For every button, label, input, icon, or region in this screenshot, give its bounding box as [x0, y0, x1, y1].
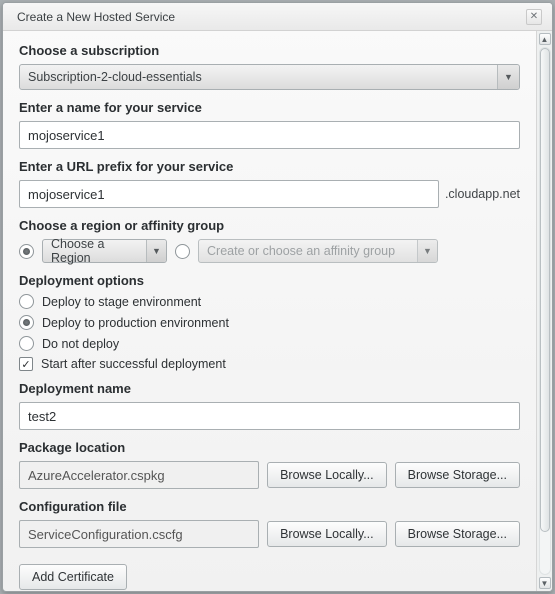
affinity-radio[interactable] — [175, 244, 190, 259]
package-location-label: Package location — [19, 440, 520, 455]
deploy-stage-radio[interactable] — [19, 294, 34, 309]
chevron-down-icon: ▼ — [541, 579, 549, 588]
config-row: Browse Locally... Browse Storage... — [19, 520, 520, 548]
dialog-content: Choose a subscription Subscription-2-clo… — [3, 31, 536, 591]
package-row: Browse Locally... Browse Storage... — [19, 461, 520, 489]
url-suffix: .cloudapp.net — [445, 187, 520, 201]
service-name-label: Enter a name for your service — [19, 100, 520, 115]
service-name-input[interactable] — [19, 121, 520, 149]
config-browse-local-button[interactable]: Browse Locally... — [267, 521, 387, 547]
add-certificate-row: Add Certificate — [19, 564, 520, 590]
deploy-none-radio[interactable] — [19, 336, 34, 351]
region-select[interactable]: Choose a Region ▼ — [42, 239, 167, 263]
deploy-stage-label: Deploy to stage environment — [42, 295, 201, 309]
scrollbar-track[interactable] — [539, 47, 551, 575]
deploy-production-radio[interactable] — [19, 315, 34, 330]
region-select-value: Choose a Region — [51, 237, 142, 265]
deployment-options-label: Deployment options — [19, 273, 520, 288]
close-icon: ✕ — [530, 11, 538, 22]
deploy-stage-row: Deploy to stage environment — [19, 294, 520, 309]
chevron-down-icon: ▼ — [146, 240, 166, 262]
package-browse-local-button[interactable]: Browse Locally... — [267, 462, 387, 488]
region-radio[interactable] — [19, 244, 34, 259]
config-path-input[interactable] — [19, 520, 259, 548]
start-after-row: ✓ Start after successful deployment — [19, 357, 520, 371]
subscription-label: Choose a subscription — [19, 43, 520, 58]
dialog-titlebar: Create a New Hosted Service ✕ — [3, 3, 552, 31]
create-hosted-service-dialog: Create a New Hosted Service ✕ Choose a s… — [2, 2, 553, 592]
region-row: Choose a Region ▼ Create or choose an af… — [19, 239, 520, 263]
affinity-select[interactable]: Create or choose an affinity group ▼ — [198, 239, 438, 263]
dialog-body: Choose a subscription Subscription-2-clo… — [3, 31, 552, 591]
subscription-value: Subscription-2-cloud-essentials — [28, 70, 202, 84]
url-prefix-input[interactable] — [19, 180, 439, 208]
scrollbar-thumb[interactable] — [540, 48, 550, 532]
scroll-down-button[interactable]: ▼ — [539, 577, 551, 589]
region-label: Choose a region or affinity group — [19, 218, 520, 233]
chevron-up-icon: ▲ — [541, 35, 549, 44]
url-prefix-label: Enter a URL prefix for your service — [19, 159, 520, 174]
config-browse-storage-button[interactable]: Browse Storage... — [395, 521, 520, 547]
affinity-select-value: Create or choose an affinity group — [207, 244, 395, 258]
url-prefix-row: .cloudapp.net — [19, 180, 520, 208]
package-path-input[interactable] — [19, 461, 259, 489]
chevron-down-icon: ▼ — [417, 240, 437, 262]
close-button[interactable]: ✕ — [526, 9, 542, 25]
add-certificate-button[interactable]: Add Certificate — [19, 564, 127, 590]
vertical-scrollbar[interactable]: ▲ ▼ — [536, 31, 552, 591]
package-browse-storage-button[interactable]: Browse Storage... — [395, 462, 520, 488]
deployment-name-input[interactable] — [19, 402, 520, 430]
deploy-production-label: Deploy to production environment — [42, 316, 229, 330]
dialog-title: Create a New Hosted Service — [17, 10, 175, 24]
subscription-select[interactable]: Subscription-2-cloud-essentials ▼ — [19, 64, 520, 90]
start-after-checkbox[interactable]: ✓ — [19, 357, 33, 371]
chevron-down-icon: ▼ — [497, 65, 519, 89]
start-after-label: Start after successful deployment — [41, 357, 226, 371]
deploy-production-row: Deploy to production environment — [19, 315, 520, 330]
deploy-none-row: Do not deploy — [19, 336, 520, 351]
configuration-file-label: Configuration file — [19, 499, 520, 514]
scroll-up-button[interactable]: ▲ — [539, 33, 551, 45]
deploy-none-label: Do not deploy — [42, 337, 119, 351]
deployment-name-label: Deployment name — [19, 381, 520, 396]
